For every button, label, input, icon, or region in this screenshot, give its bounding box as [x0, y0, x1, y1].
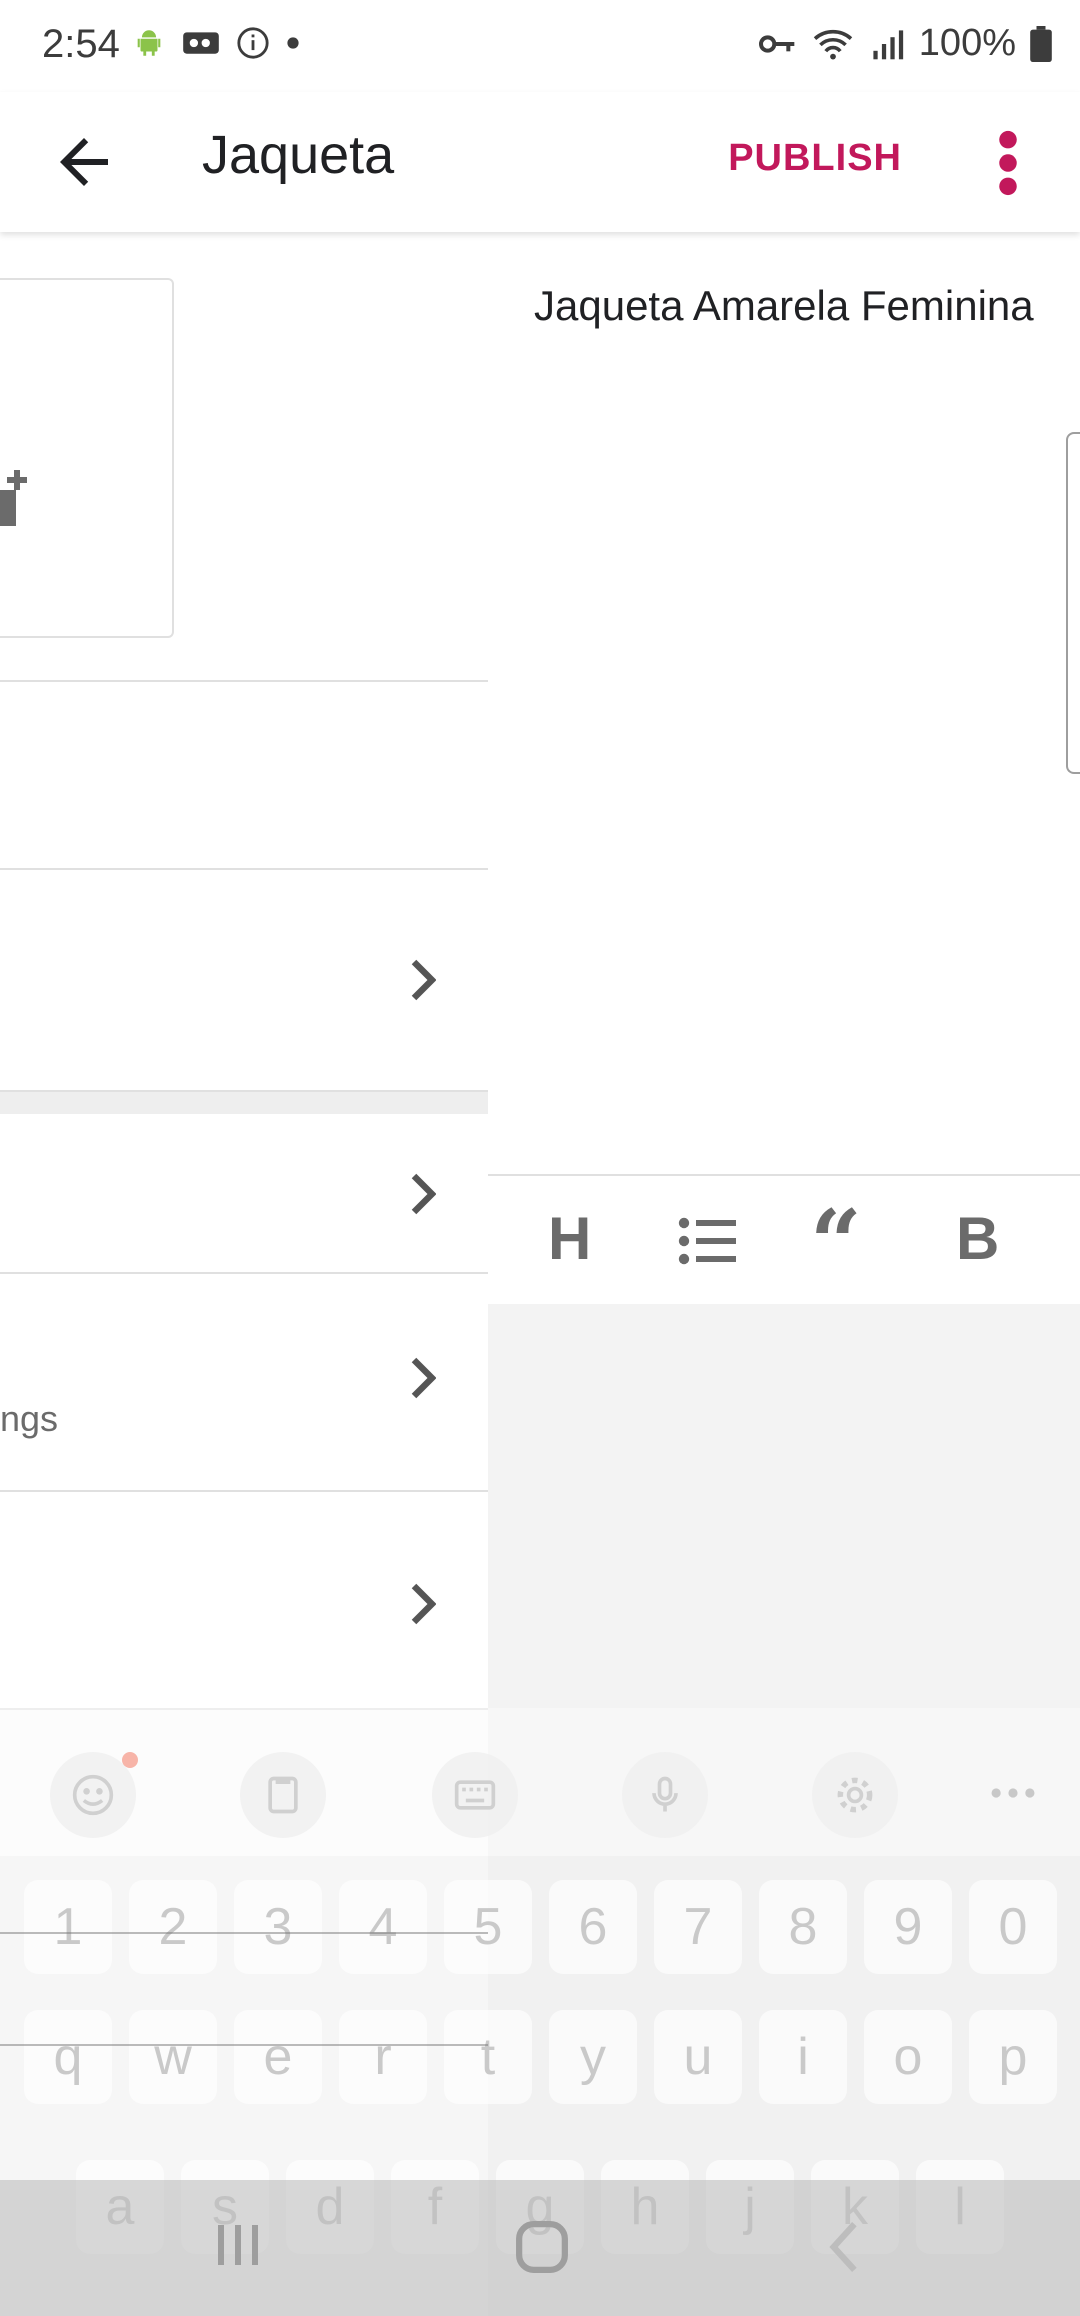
key-t[interactable]: t	[444, 2010, 532, 2104]
key-r[interactable]: r	[339, 2010, 427, 2104]
key-q[interactable]: q	[24, 2010, 112, 2104]
recent-apps-icon[interactable]	[212, 2220, 264, 2270]
selection-handle[interactable]	[1066, 432, 1080, 774]
editor-content[interactable]: Jaqueta Amarela Feminina	[534, 282, 1034, 330]
key-p[interactable]: p	[969, 2010, 1057, 2104]
status-right: 100%	[757, 22, 1052, 65]
publish-button[interactable]: PUBLISH	[728, 137, 902, 180]
key-o[interactable]: o	[864, 2010, 952, 2104]
key-y[interactable]: y	[549, 2010, 637, 2104]
key-w[interactable]: w	[129, 2010, 217, 2104]
voicemail-icon	[183, 32, 219, 54]
key-9[interactable]: 9	[864, 1880, 952, 1974]
underlying-divider	[0, 1932, 488, 1934]
heading-button[interactable]: H	[548, 1204, 591, 1273]
back-nav-icon[interactable]	[826, 2220, 862, 2274]
keyboard-settings-button[interactable]	[812, 1752, 898, 1838]
settings-row[interactable]	[0, 1274, 488, 1484]
page-title: Jaqueta	[202, 125, 395, 185]
gear-icon	[837, 1777, 873, 1813]
key-3[interactable]: 3	[234, 1880, 322, 1974]
keyboard-icon	[454, 1780, 496, 1810]
home-icon[interactable]	[514, 2220, 570, 2274]
settings-row-subtitle: ngs	[0, 1398, 59, 1439]
chevron-right-icon	[411, 1357, 436, 1399]
list-icon[interactable]	[678, 1216, 738, 1266]
android-icon	[137, 30, 161, 56]
divider	[0, 1090, 488, 1092]
clipboard-button[interactable]	[240, 1752, 326, 1838]
format-toolbar: H “ B	[488, 1174, 1080, 1304]
navigation-bar	[0, 2180, 1080, 2316]
back-arrow-icon[interactable]	[48, 126, 120, 198]
vpn-key-icon	[758, 34, 795, 53]
quote-button[interactable]: “	[810, 1190, 862, 1296]
status-bar: 2:54 100%	[0, 0, 1080, 92]
settings-row[interactable]	[0, 870, 488, 1090]
key-i[interactable]: i	[759, 2010, 847, 2104]
chevron-right-icon	[411, 1173, 436, 1215]
key-e[interactable]: e	[234, 2010, 322, 2104]
add-image-icon	[0, 470, 27, 526]
underlying-divider	[0, 2044, 488, 2046]
wifi-icon	[813, 29, 852, 59]
info-icon	[237, 27, 269, 59]
settings-row[interactable]	[0, 1116, 488, 1272]
signal-icon	[873, 29, 903, 59]
voice-input-button[interactable]	[622, 1752, 708, 1838]
key-2[interactable]: 2	[129, 1880, 217, 1974]
keyboard-mode-button[interactable]	[432, 1752, 518, 1838]
chevron-right-icon	[411, 1583, 436, 1625]
microphone-icon	[652, 1776, 678, 1812]
key-6[interactable]: 6	[549, 1880, 637, 1974]
more-options-icon[interactable]	[996, 128, 1020, 198]
clipboard-icon	[268, 1776, 298, 1814]
status-time: 2:54	[42, 22, 120, 66]
chevron-right-icon	[411, 959, 436, 1001]
emoji-icon	[72, 1774, 114, 1816]
key-u[interactable]: u	[654, 2010, 742, 2104]
divider	[0, 680, 488, 682]
settings-row[interactable]	[0, 1492, 488, 1706]
battery-percent: 100%	[918, 22, 1016, 64]
battery-icon	[1030, 25, 1052, 62]
key-4[interactable]: 4	[339, 1880, 427, 1974]
keyboard-toolbar	[0, 1708, 1080, 1856]
dot-icon	[287, 37, 299, 49]
key-8[interactable]: 8	[759, 1880, 847, 1974]
notification-dot	[122, 1752, 138, 1768]
more-icon[interactable]	[990, 1786, 1036, 1800]
featured-image-card[interactable]	[0, 278, 174, 638]
bold-button[interactable]: B	[956, 1204, 999, 1273]
status-left-icons	[132, 26, 300, 60]
section-separator	[0, 1092, 488, 1114]
key-5[interactable]: 5	[444, 1880, 532, 1974]
key-0[interactable]: 0	[969, 1880, 1057, 1974]
app-bar: Jaqueta PUBLISH	[0, 92, 1080, 232]
key-7[interactable]: 7	[654, 1880, 742, 1974]
key-1[interactable]: 1	[24, 1880, 112, 1974]
